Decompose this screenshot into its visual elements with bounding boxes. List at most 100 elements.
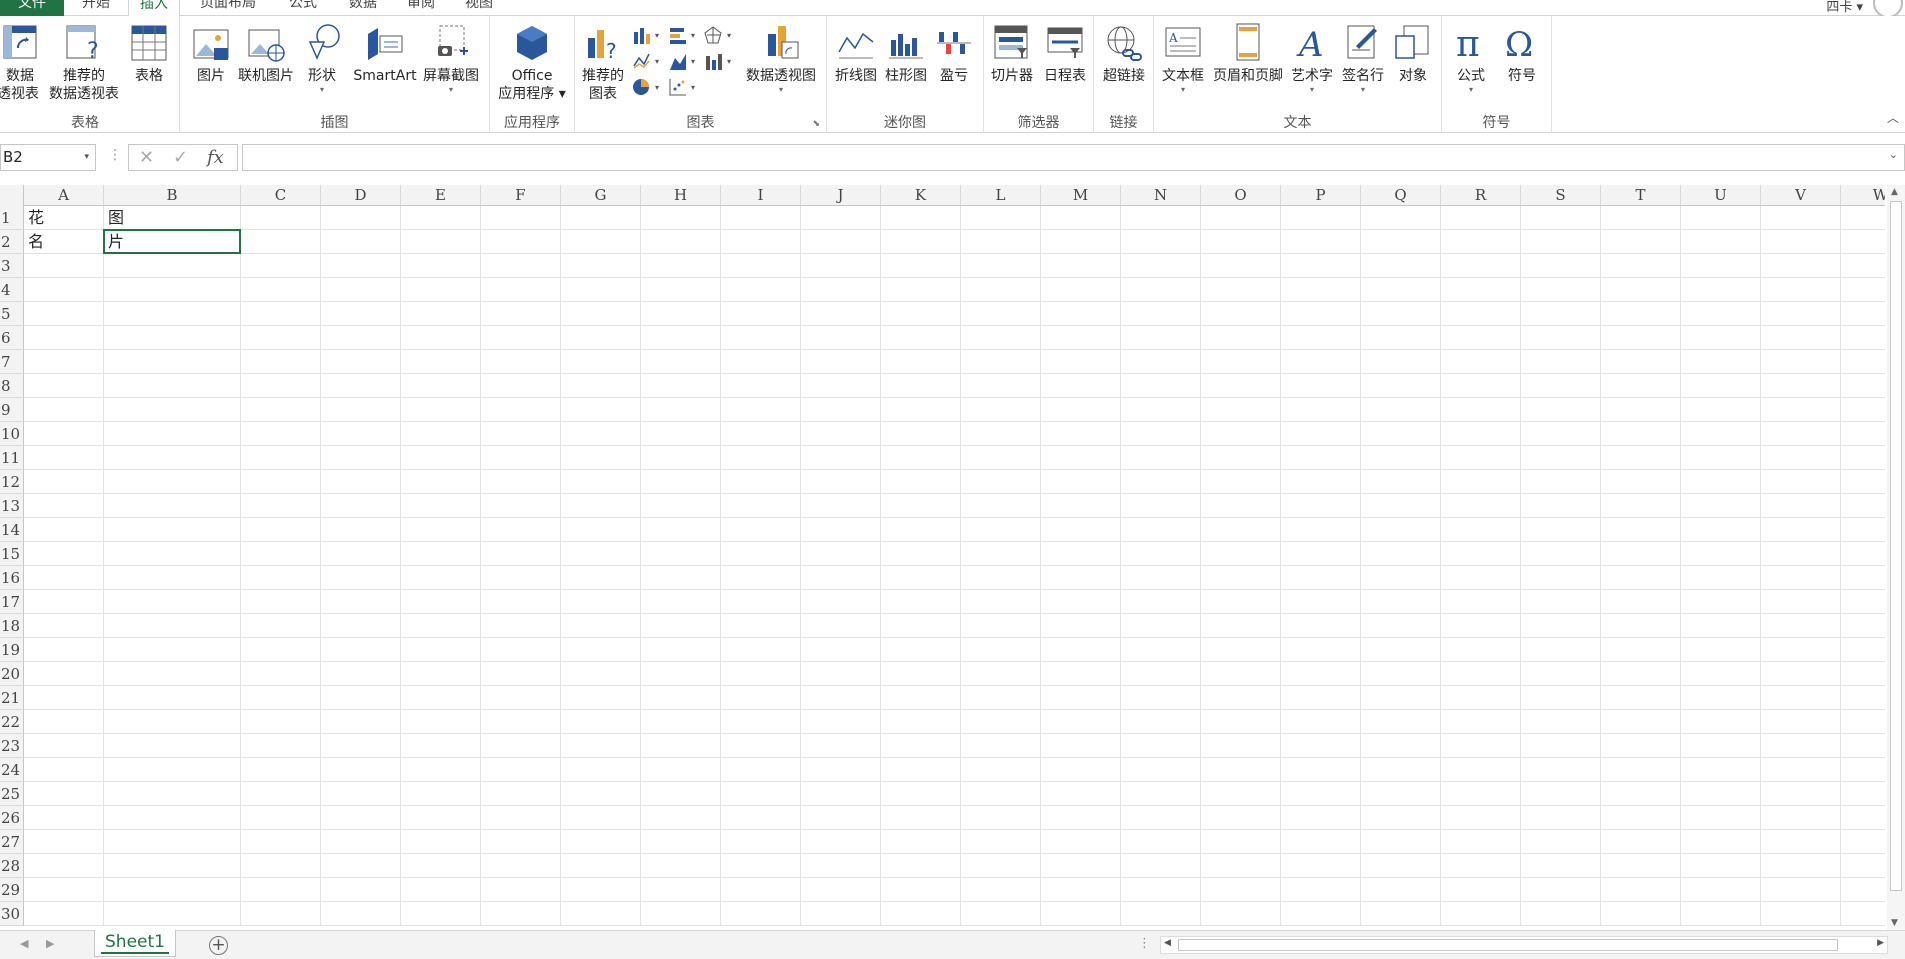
column-header[interactable]: A <box>24 185 104 206</box>
tab-review[interactable]: 审阅 <box>398 0 444 16</box>
column-header[interactable]: M <box>1041 185 1121 206</box>
row-header[interactable]: 30 <box>0 902 24 926</box>
name-box-dropdown-icon[interactable]: ▾ <box>84 145 89 170</box>
header-footer-button[interactable]: 页眉和页脚 <box>1208 22 1288 85</box>
vertical-scroll-thumb[interactable] <box>1890 201 1902 891</box>
select-all-corner[interactable] <box>0 185 24 206</box>
row-header[interactable]: 19 <box>0 638 24 662</box>
row-header[interactable]: 11 <box>0 446 24 470</box>
bar-chart-button[interactable]: ▾ <box>667 24 701 46</box>
hyperlink-button[interactable]: 超链接 <box>1098 22 1150 85</box>
tab-split-handle-icon[interactable]: ⋮ <box>1138 936 1151 951</box>
account-name[interactable]: 四卡 ▾ <box>1826 0 1863 15</box>
column-header[interactable]: R <box>1441 185 1521 206</box>
equation-button[interactable]: π 公式 ▾ <box>1446 22 1496 95</box>
area-chart-button[interactable]: ▾ <box>667 50 701 72</box>
column-chart-button[interactable]: ▾ <box>631 24 665 46</box>
column-sparkline-button[interactable]: 柱形图 <box>883 22 929 85</box>
line-chart-button[interactable]: ▾ <box>631 50 665 72</box>
row-header[interactable]: 14 <box>0 518 24 542</box>
row-header[interactable]: 29 <box>0 878 24 902</box>
pie-chart-button[interactable]: ▾ <box>631 76 665 98</box>
row-header[interactable]: 6 <box>0 326 24 350</box>
winloss-sparkline-button[interactable]: 盈亏 <box>931 22 977 85</box>
column-header[interactable]: E <box>401 185 481 206</box>
column-header[interactable]: K <box>881 185 961 206</box>
tab-home[interactable]: 开始 <box>70 0 122 16</box>
row-header[interactable]: 24 <box>0 758 24 782</box>
slicer-button[interactable]: 切片器 <box>986 22 1038 85</box>
row-header[interactable]: 18 <box>0 614 24 638</box>
enter-icon[interactable]: ✓ <box>173 147 188 168</box>
row-header[interactable]: 22 <box>0 710 24 734</box>
next-sheet-icon[interactable]: ▶ <box>46 937 54 950</box>
column-header[interactable]: P <box>1281 185 1361 206</box>
table-button[interactable]: 表格 <box>126 22 172 85</box>
textbox-button[interactable]: A 文本框 ▾ <box>1158 22 1208 95</box>
scroll-left-icon[interactable]: ◀ <box>1164 938 1171 948</box>
worksheet-grid[interactable]: ABCDEFGHIJKLMNOPQRSTUVW 1 2 3 4 5 6 7 8 9 10 11 12 1… <box>0 185 1885 930</box>
pictures-button[interactable]: 图片 <box>188 22 234 85</box>
office-apps-button[interactable]: Office 应用程序 ▾ <box>494 22 570 103</box>
radar-chart-button[interactable]: ▾ <box>703 24 737 46</box>
screenshot-button[interactable]: 屏幕截图 ▾ <box>420 22 482 95</box>
expand-formula-bar-icon[interactable]: ⌄ <box>1889 148 1898 161</box>
formula-input[interactable]: ⌄ <box>242 144 1905 171</box>
tab-page-layout[interactable]: 页面布局 <box>192 0 264 16</box>
wordart-button[interactable]: A 艺术字 ▾ <box>1288 22 1336 95</box>
horizontal-scroll-thumb[interactable] <box>1178 939 1838 951</box>
online-pictures-button[interactable]: 联机图片 <box>234 22 298 85</box>
row-header[interactable]: 1 <box>0 206 24 230</box>
add-sheet-icon[interactable]: + <box>209 936 228 955</box>
column-header[interactable]: Q <box>1361 185 1441 206</box>
row-header[interactable]: 28 <box>0 854 24 878</box>
row-header[interactable]: 17 <box>0 590 24 614</box>
column-header[interactable]: J <box>801 185 881 206</box>
insert-function-icon[interactable]: fx <box>207 147 224 168</box>
row-header[interactable]: 7 <box>0 350 24 374</box>
cell-a1[interactable]: 花名 <box>24 206 44 254</box>
column-header[interactable]: B <box>104 185 241 206</box>
tab-data[interactable]: 数据 <box>340 0 386 16</box>
tab-file[interactable]: 文件 <box>0 0 64 16</box>
row-header[interactable]: 27 <box>0 830 24 854</box>
column-header[interactable]: S <box>1521 185 1601 206</box>
row-header[interactable]: 23 <box>0 734 24 758</box>
name-box[interactable]: B2 ▾ <box>0 144 96 171</box>
column-header[interactable]: H <box>641 185 721 206</box>
column-header[interactable]: W <box>1841 185 1885 206</box>
row-header[interactable]: 12 <box>0 470 24 494</box>
column-header[interactable]: U <box>1681 185 1761 206</box>
pivot-table-button[interactable]: 数据 透视表 <box>0 22 40 103</box>
pivot-chart-button[interactable]: 数据透视图 ▾ <box>741 22 821 95</box>
row-header[interactable]: 26 <box>0 806 24 830</box>
row-header[interactable]: 4 <box>0 278 24 302</box>
scroll-right-icon[interactable]: ▶ <box>1877 938 1884 948</box>
column-header[interactable]: G <box>561 185 641 206</box>
column-header[interactable]: V <box>1761 185 1841 206</box>
row-header[interactable]: 25 <box>0 782 24 806</box>
column-header[interactable]: O <box>1201 185 1281 206</box>
cancel-icon[interactable]: ✕ <box>139 147 154 168</box>
scroll-down-icon[interactable]: ▼ <box>1891 918 1898 928</box>
tab-view[interactable]: 视图 <box>456 0 502 16</box>
row-header[interactable]: 8 <box>0 374 24 398</box>
row-header[interactable]: 5 <box>0 302 24 326</box>
scroll-up-icon[interactable]: ▲ <box>1891 187 1898 197</box>
vertical-scrollbar[interactable]: ▲ ▼ <box>1887 185 1905 930</box>
row-header[interactable]: 2 <box>0 230 24 254</box>
tab-insert[interactable]: 插入 <box>128 0 180 17</box>
column-header[interactable]: F <box>481 185 561 206</box>
smartart-button[interactable]: SmartArt <box>350 22 420 85</box>
timeline-button[interactable]: 日程表 <box>1040 22 1090 85</box>
horizontal-scrollbar[interactable]: ◀ ▶ <box>1160 936 1888 954</box>
column-header[interactable]: D <box>321 185 401 206</box>
recommended-pivot-button[interactable]: ? 推荐的 数据透视表 <box>46 22 122 103</box>
column-header[interactable]: N <box>1121 185 1201 206</box>
column-header[interactable]: L <box>961 185 1041 206</box>
row-header[interactable]: 15 <box>0 542 24 566</box>
column-header[interactable]: I <box>721 185 801 206</box>
scatter-chart-button[interactable]: ▾ <box>667 76 701 98</box>
row-header[interactable]: 21 <box>0 686 24 710</box>
symbol-button[interactable]: Ω 符号 <box>1498 22 1546 85</box>
